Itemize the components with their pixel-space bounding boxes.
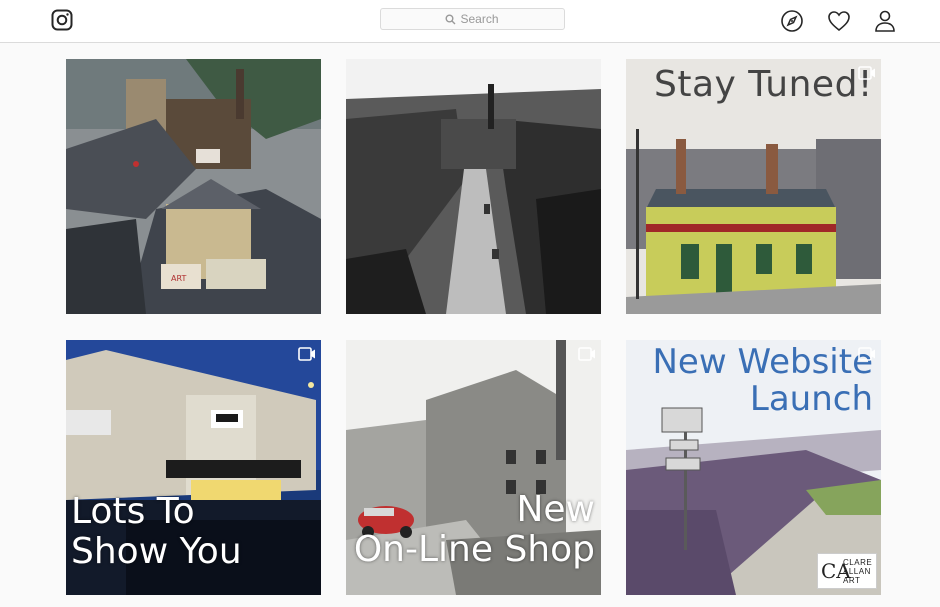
post-image: ART xyxy=(66,59,321,314)
video-icon xyxy=(298,347,315,361)
post-overlay-text: Stay Tuned! xyxy=(654,64,873,105)
brand-name-line: ALLAN xyxy=(843,566,871,576)
post-overlay-text: New On-Line Shop xyxy=(354,490,595,569)
post-image xyxy=(346,59,601,314)
overlay-line: Show You xyxy=(71,530,242,572)
brand-name: CLARE ALLAN ART xyxy=(843,558,872,585)
instagram-logo-icon[interactable] xyxy=(51,9,73,31)
overlay-line: Lots To xyxy=(71,491,195,532)
search-input[interactable] xyxy=(460,12,501,26)
top-nav-bar xyxy=(0,0,940,43)
svg-text:ART: ART xyxy=(171,274,186,283)
post-thumbnail[interactable]: New Website Launch CA CLARE ALLAN ART xyxy=(626,340,881,595)
overlay-line: New xyxy=(516,489,595,530)
heart-icon[interactable] xyxy=(827,9,851,33)
person-icon[interactable] xyxy=(873,9,897,33)
post-thumbnail[interactable]: Lots To Show You xyxy=(66,340,321,595)
video-icon xyxy=(578,347,595,361)
post-thumbnail[interactable]: New On-Line Shop xyxy=(346,340,601,595)
overlay-line: On-Line Shop xyxy=(353,528,595,570)
search-icon xyxy=(445,14,455,24)
post-overlay-text: Lots To Show You xyxy=(71,492,242,571)
post-thumbnail[interactable]: ART xyxy=(66,59,321,314)
video-icon xyxy=(858,347,875,361)
brand-logo-badge: CA CLARE ALLAN ART xyxy=(817,553,877,589)
post-overlay-text: New Website Launch xyxy=(652,342,873,420)
video-icon xyxy=(858,66,875,80)
brand-name-line: CLARE xyxy=(843,557,873,567)
overlay-line: Launch xyxy=(749,379,873,420)
overlay-line: New Website xyxy=(652,342,873,382)
brand-mark: CA xyxy=(821,559,851,583)
compass-icon[interactable] xyxy=(780,9,804,33)
search-box[interactable] xyxy=(380,8,565,30)
post-thumbnail[interactable]: Stay Tuned! xyxy=(626,59,881,314)
brand-name-line: ART xyxy=(843,575,861,585)
post-thumbnail[interactable] xyxy=(346,59,601,314)
